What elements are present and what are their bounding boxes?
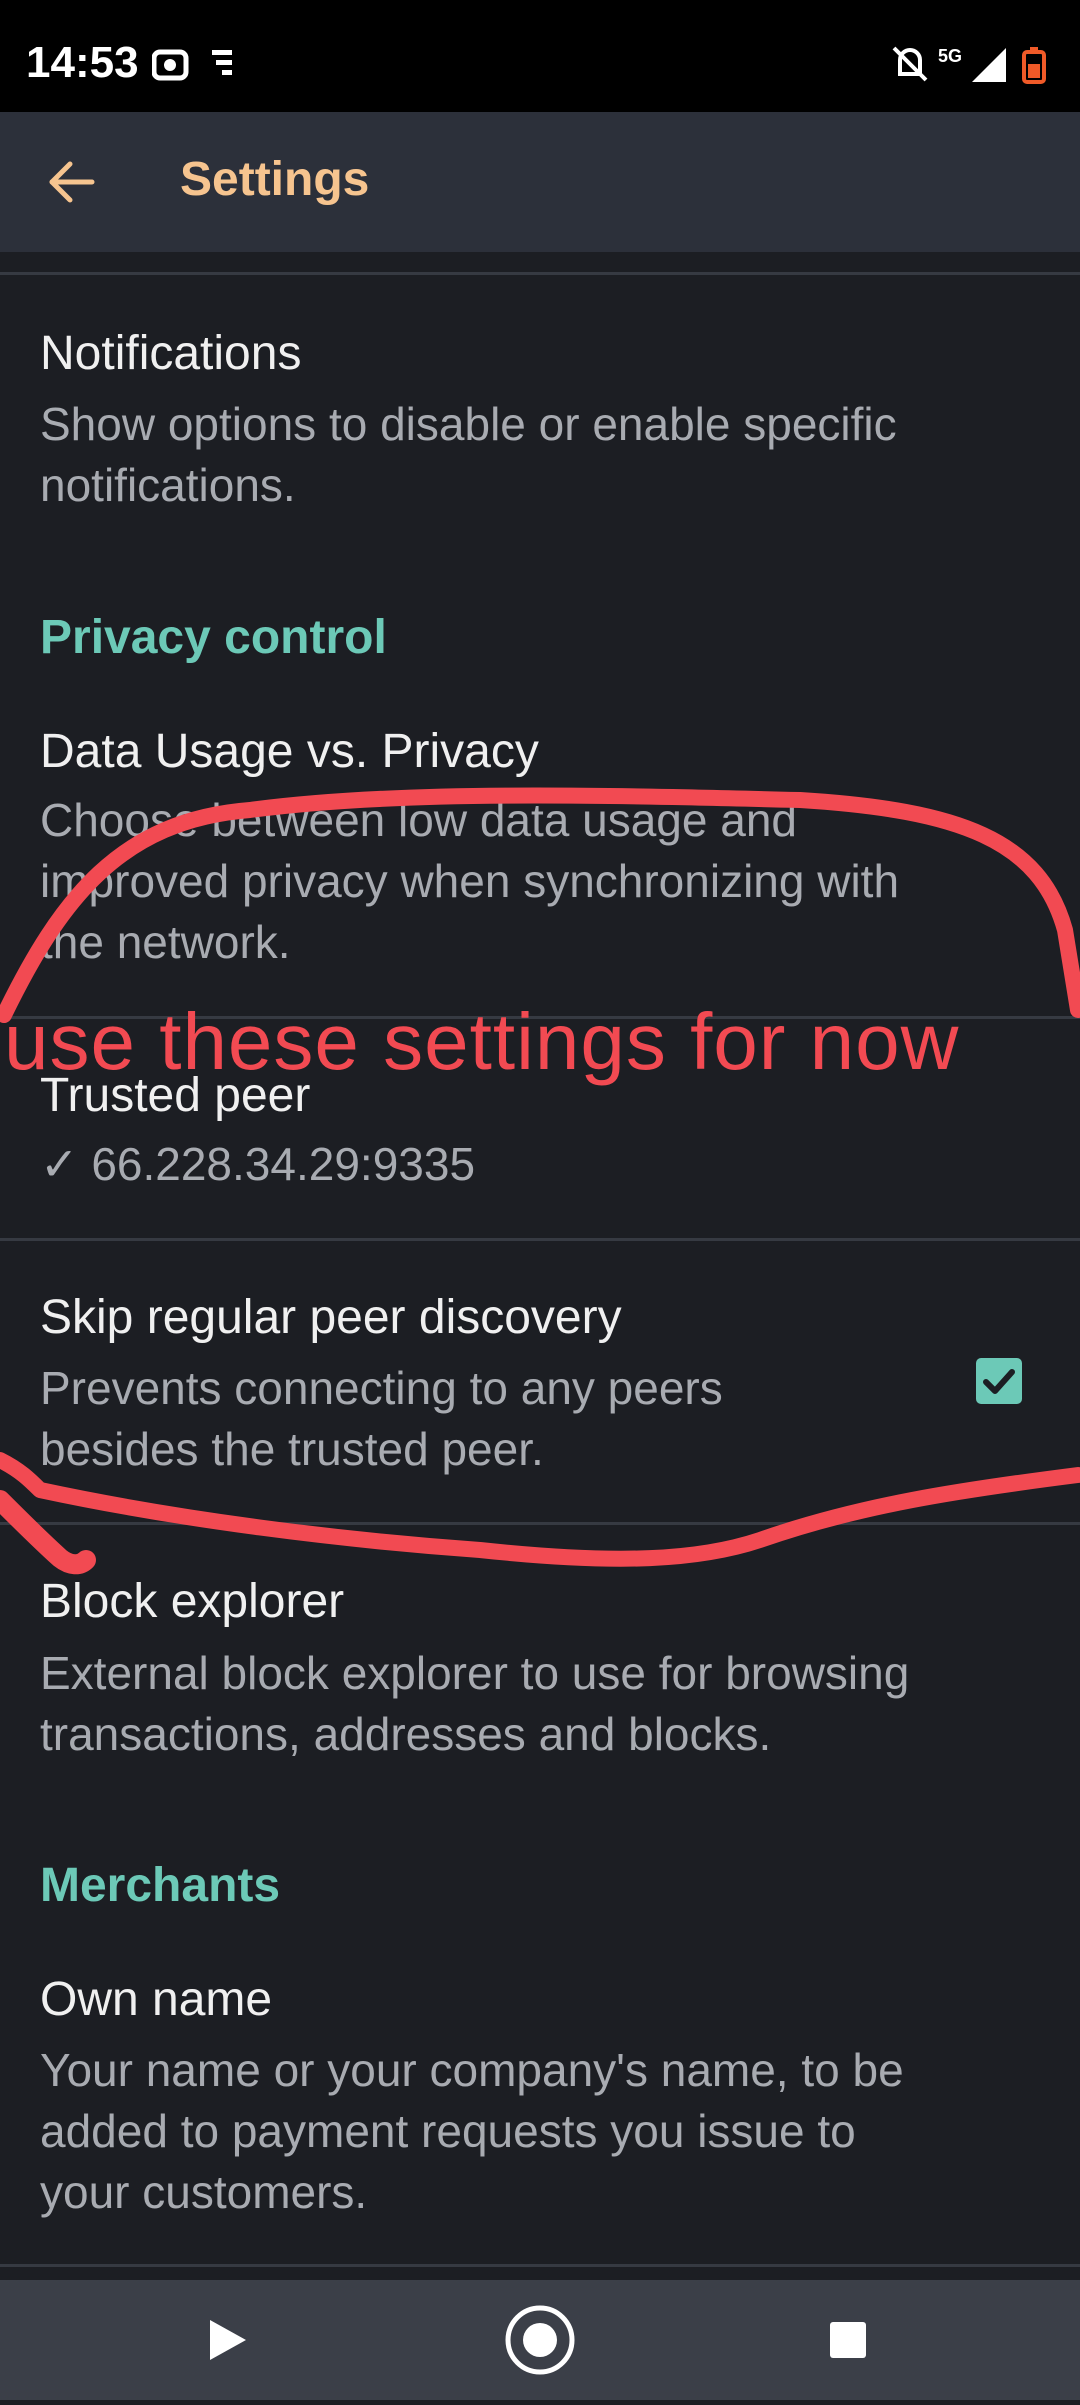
divider xyxy=(0,272,1080,275)
setting-summary: External block explorer to use for brows… xyxy=(40,1647,910,1699)
setting-title: Skip regular peer discovery xyxy=(40,1291,622,1344)
back-triangle-icon[interactable] xyxy=(210,2320,246,2360)
app-bar: Settings xyxy=(0,112,1080,252)
battery-icon xyxy=(1022,47,1046,84)
setting-summary: the network. xyxy=(40,916,291,968)
home-circle-icon[interactable] xyxy=(505,2305,575,2375)
section-header-privacy: Privacy control xyxy=(40,611,387,664)
setting-summary: Your name or your company's name, to be xyxy=(40,2044,904,2096)
setting-summary: Prevents connecting to any peers xyxy=(40,1362,723,1414)
divider xyxy=(0,1238,1080,1241)
page-title: Settings xyxy=(180,153,370,206)
setting-title: Block explorer xyxy=(40,1575,345,1628)
divider xyxy=(0,1522,1080,1525)
navigation-bar xyxy=(0,2280,1080,2400)
setting-summary: besides the trusted peer. xyxy=(40,1423,544,1475)
setting-summary: added to payment requests you issue to xyxy=(40,2105,856,2157)
arrow-left-icon[interactable] xyxy=(44,152,104,212)
setting-summary: transactions, addresses and blocks. xyxy=(40,1708,772,1760)
setting-title: Notifications xyxy=(40,327,302,380)
section-header-merchants: Merchants xyxy=(40,1859,281,1912)
setting-title: Own name xyxy=(40,1973,273,2026)
setting-summary: your customers. xyxy=(40,2166,368,2218)
recents-square-icon[interactable] xyxy=(830,2322,866,2358)
setting-summary: Show options to disable or enable specif… xyxy=(40,398,897,450)
setting-title: Trusted peer xyxy=(40,1069,311,1122)
signal-icon xyxy=(972,48,1006,82)
trusted-peer-value: ✓ 66.228.34.29:9335 xyxy=(40,1138,476,1190)
mute-bell-icon xyxy=(892,46,928,82)
setting-title: Data Usage vs. Privacy xyxy=(40,725,539,778)
setting-summary: improved privacy when synchronizing with xyxy=(40,855,900,907)
skip-discovery-checkbox[interactable] xyxy=(976,1358,1022,1404)
setting-summary: Choose between low data usage and xyxy=(40,794,798,846)
checkmark-icon xyxy=(983,1369,1015,1394)
divider xyxy=(0,2264,1080,2267)
network-type: 5G xyxy=(938,46,962,66)
status-left-icons xyxy=(151,48,232,89)
cast-icon xyxy=(151,49,189,81)
notification-lines-icon xyxy=(212,50,232,75)
status-time: 14:53 xyxy=(26,38,139,87)
status-bar: 14:53 5G xyxy=(0,0,1080,112)
setting-summary: notifications. xyxy=(40,459,296,511)
divider xyxy=(0,1016,1080,1019)
status-right-icons: 5G xyxy=(888,44,1058,89)
